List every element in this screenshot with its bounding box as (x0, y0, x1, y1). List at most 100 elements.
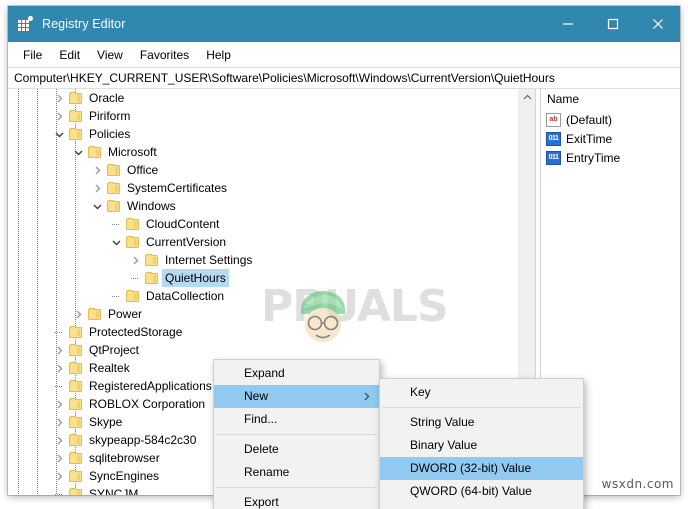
menu-item-label: Rename (244, 465, 290, 479)
chevron-right-icon[interactable] (51, 449, 67, 467)
tree-item-label: SYNCJM (89, 487, 139, 495)
folder-icon (67, 395, 83, 413)
folder-icon (67, 359, 83, 377)
menu-item[interactable]: Binary Value (380, 434, 583, 457)
close-button[interactable] (635, 6, 680, 42)
folder-icon (105, 161, 121, 179)
values-column-header-name[interactable]: Name (541, 89, 680, 108)
chevron-down-icon[interactable] (89, 197, 105, 215)
address-bar[interactable]: Computer\HKEY_CURRENT_USER\Software\Poli… (8, 67, 680, 89)
folder-icon (67, 431, 83, 449)
chevron-down-icon[interactable] (51, 125, 67, 143)
chevron-down-icon[interactable] (108, 233, 124, 251)
value-row[interactable]: 011 ExitTime (541, 129, 680, 148)
tree-item-label: QuietHours (162, 269, 229, 287)
menu-help[interactable]: Help (198, 45, 240, 65)
folder-icon (67, 377, 83, 395)
tree-item[interactable]: Internet Settings (8, 251, 518, 269)
menu-favorites[interactable]: Favorites (132, 45, 198, 65)
tree-item[interactable]: DataCollection (8, 287, 518, 305)
value-row[interactable]: 011 EntryTime (541, 148, 680, 167)
menu-item[interactable]: Rename (214, 461, 379, 484)
tree-item[interactable]: Power (8, 305, 518, 323)
menu-item-label: Find... (244, 412, 278, 426)
menu-item[interactable]: Multi-String Value (380, 503, 583, 509)
chevron-right-icon[interactable] (89, 161, 105, 179)
window-title: Registry Editor (42, 17, 126, 31)
tree-item[interactable]: CloudContent (8, 215, 518, 233)
minimize-button[interactable] (545, 6, 590, 42)
menu-file[interactable]: File (15, 45, 51, 65)
folder-icon (67, 449, 83, 467)
tree-item[interactable]: SystemCertificates (8, 179, 518, 197)
registry-editor-window: Registry Editor File Edit View Favorites… (8, 6, 680, 509)
menu-item[interactable]: Key (380, 381, 583, 404)
registry-editor-icon (17, 16, 33, 32)
title-bar[interactable]: Registry Editor (8, 6, 680, 42)
menu-item[interactable]: New (214, 385, 379, 408)
value-row[interactable]: ab (Default) (541, 110, 680, 129)
tree-item-label: ROBLOX Corporation (89, 397, 206, 411)
folder-icon (67, 413, 83, 431)
menu-item[interactable]: DWORD (32-bit) Value (380, 457, 583, 480)
binary-value-icon: 011 (546, 150, 561, 165)
chevron-right-icon[interactable] (51, 431, 67, 449)
value-name: (Default) (566, 112, 613, 127)
menu-separator (382, 407, 581, 408)
menu-item[interactable]: Find... (214, 408, 379, 431)
chevron-right-icon[interactable] (51, 413, 67, 431)
chevron-right-icon[interactable] (51, 395, 67, 413)
folder-icon (143, 251, 159, 269)
tree-item[interactable]: Piriform (8, 107, 518, 125)
folder-icon (67, 125, 83, 143)
tree-item[interactable]: Office (8, 161, 518, 179)
tree-item-label: DataCollection (146, 289, 225, 303)
menu-item[interactable]: Export (214, 491, 379, 509)
tree-item-label: Skype (89, 415, 123, 429)
new-submenu[interactable]: Key String Value Binary Value DWORD (32-bit… (379, 378, 584, 509)
maximize-button[interactable] (590, 6, 635, 42)
tree-item-label: sqlitebrowser (89, 451, 160, 465)
tree-item-label: Oracle (89, 91, 125, 105)
chevron-right-icon[interactable] (51, 107, 67, 125)
tree-item-label: RegisteredApplications (89, 379, 212, 393)
submenu-arrow-icon (363, 385, 370, 408)
menu-item[interactable]: QWORD (64-bit) Value (380, 480, 583, 503)
tree-item[interactable]: Windows (8, 197, 518, 215)
menu-item-label: Delete (244, 442, 279, 456)
tree-item[interactable]: QtProject (8, 341, 518, 359)
menu-bar: File Edit View Favorites Help (8, 42, 680, 67)
menu-view[interactable]: View (89, 45, 132, 65)
chevron-right-icon[interactable] (51, 341, 67, 359)
chevron-right-icon[interactable] (89, 179, 105, 197)
window-controls (545, 6, 680, 42)
tree-item-label: Microsoft (108, 145, 157, 159)
menu-item[interactable]: String Value (380, 411, 583, 434)
tree-item-selected[interactable]: QuietHours (8, 269, 518, 287)
chevron-down-icon[interactable] (70, 143, 86, 161)
tree-item[interactable]: ProtectedStorage (8, 323, 518, 341)
tree-item-label: Office (127, 163, 159, 177)
menu-item[interactable]: Expand (214, 362, 379, 385)
tree-item[interactable]: CurrentVersion (8, 233, 518, 251)
chevron-right-icon[interactable] (70, 305, 86, 323)
tree-connector (112, 296, 119, 297)
tree-item[interactable]: Policies (8, 125, 518, 143)
tree-item-label: skypeapp-584c2c30 (89, 433, 197, 447)
chevron-right-icon[interactable] (127, 251, 143, 269)
binary-value-icon: 011 (546, 131, 561, 146)
chevron-right-icon[interactable] (51, 359, 67, 377)
context-menu[interactable]: ExpandNewFind...DeleteRenameExportPermis… (213, 359, 380, 509)
tree-item-label: SyncEngines (89, 469, 160, 483)
folder-icon (86, 305, 102, 323)
menu-edit[interactable]: Edit (51, 45, 89, 65)
menu-item[interactable]: Delete (214, 438, 379, 461)
tree-item[interactable]: Oracle (8, 89, 518, 107)
tree-item-label: QtProject (89, 343, 140, 357)
menu-separator (216, 434, 377, 435)
tree-item[interactable]: Microsoft (8, 143, 518, 161)
scroll-up-arrow[interactable] (519, 89, 535, 106)
chevron-right-icon[interactable] (51, 467, 67, 485)
chevron-right-icon[interactable] (51, 89, 67, 107)
menu-item-label: Binary Value (410, 438, 478, 452)
